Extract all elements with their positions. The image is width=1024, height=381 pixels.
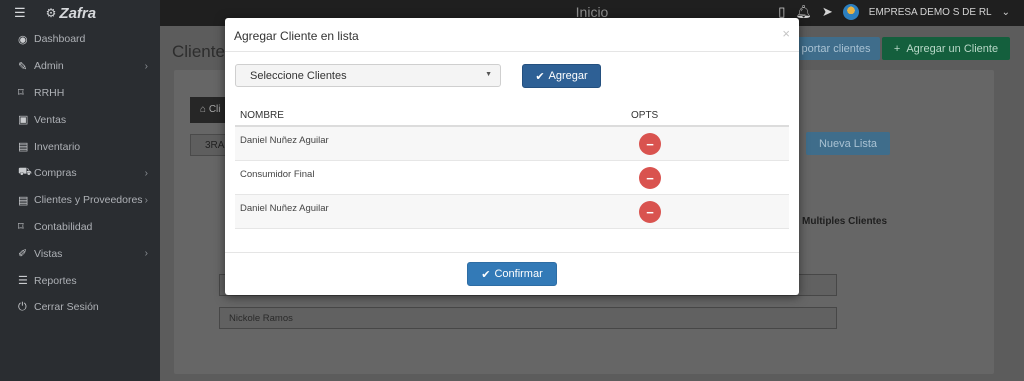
chevron-right-icon: › <box>144 167 148 179</box>
sidebar-item-inventario[interactable]: ▤ Inventario <box>0 133 160 160</box>
avatar[interactable] <box>842 4 859 20</box>
paper-plane-icon[interactable]: ➤ <box>822 4 833 20</box>
book-icon: ▤ <box>18 194 29 207</box>
column-header-opts: OPTS <box>631 110 659 121</box>
logo[interactable]: ⚙ Zafra <box>46 5 96 22</box>
client-table: NOMBRE OPTS Daniel Nuñez Aguilar − Consu… <box>235 108 789 229</box>
sidebar-item-admin[interactable]: ✎ Admin › <box>0 53 160 80</box>
sidebar-item-cerrar-sesion[interactable]: ⏻ Cerrar Sesión <box>0 294 160 321</box>
client-field[interactable]: Nickole Ramos <box>219 307 837 329</box>
sidebar-item-label: Contabilidad <box>34 220 93 233</box>
sidebar-item-label: Admin <box>34 60 64 73</box>
sidebar-item-reportes[interactable]: ☰ Reportes <box>0 267 160 294</box>
cart-icon: ⛟ <box>18 166 32 179</box>
sidebar-menu: ◉ Dashboard ✎ Admin › ⌑ RRHH ▣ Ventas ▤ … <box>0 26 160 321</box>
chevron-right-icon: › <box>144 248 148 260</box>
table-row: Consumidor Final − <box>235 161 789 195</box>
add-button[interactable]: ✔ Agregar <box>522 64 601 88</box>
sidebar-item-compras[interactable]: ⛟ Compras › <box>0 160 160 187</box>
minus-icon: − <box>646 136 654 152</box>
check-icon: ✔ <box>481 268 491 281</box>
hamburger-menu-icon[interactable]: ☰ <box>14 5 26 21</box>
book-icon: ▤ <box>18 141 29 154</box>
wrench-icon: ✎ <box>18 60 28 73</box>
confirm-button[interactable]: ✔ Confirmar <box>467 262 557 286</box>
sidebar-item-contabilidad[interactable]: ⌑ Contabilidad <box>0 214 160 241</box>
plus-icon: + <box>893 42 901 55</box>
sidebar-item-label: Dashboard <box>34 33 86 46</box>
check-icon: ✔ <box>535 70 545 83</box>
confirm-button-label: Confirmar <box>494 268 543 280</box>
brand-name: Zafra <box>59 4 97 22</box>
chevron-right-icon: › <box>144 194 148 206</box>
sidebar-item-ventas[interactable]: ▣ Ventas <box>0 106 160 133</box>
sidebar-item-vistas[interactable]: ✐ Vistas › <box>0 240 160 267</box>
minus-icon: − <box>646 170 654 186</box>
remove-button[interactable]: − <box>639 201 661 223</box>
sidebar-item-label: Ventas <box>34 113 67 126</box>
home-icon: ⌂ <box>200 104 207 115</box>
modal-footer: ✔ Confirmar <box>225 252 799 295</box>
tag-icon: ⌑ <box>18 221 24 234</box>
sidebar-item-label: Inventario <box>34 140 81 153</box>
sidebar-item-label: Vistas <box>34 247 63 260</box>
chevron-right-icon: › <box>144 60 148 72</box>
sidebar-item-label: Clientes y Proveedores <box>34 194 143 207</box>
minus-icon: − <box>646 204 654 220</box>
add-client-modal: Agregar Cliente en lista × Seleccione Cl… <box>225 18 799 295</box>
sidebar-item-label: Cerrar Sesión <box>34 301 99 314</box>
table-header: NOMBRE OPTS <box>235 108 789 127</box>
multiple-clients-label: Multiples Clientes <box>802 216 888 227</box>
caret-down-icon: ▼ <box>485 71 492 78</box>
sidebar: ☰ ⚙ Zafra ◉ Dashboard ✎ Admin › ⌑ RRHH ▣… <box>0 0 160 381</box>
export-clients-button[interactable]: portar clientes <box>792 37 880 60</box>
logo-gear-icon: ⚙ <box>45 6 57 20</box>
sidebar-item-label: Compras <box>34 167 77 180</box>
remove-button[interactable]: − <box>639 167 661 189</box>
list-icon: ☰ <box>18 275 28 288</box>
money-icon: ▣ <box>18 114 29 127</box>
tab-label: Cli <box>208 104 221 115</box>
chevron-down-icon[interactable]: ⌄ <box>1002 7 1010 18</box>
close-icon[interactable]: × <box>782 26 790 41</box>
power-icon: ⏻ <box>18 300 27 313</box>
topbar-actions: ▯ 🔔︎ ➤ EMPRESA DEMO S DE RL ⌄ <box>778 4 1010 20</box>
sidebar-item-dashboard[interactable]: ◉ Dashboard <box>0 26 160 53</box>
brand-bar: ☰ ⚙ Zafra <box>0 0 160 26</box>
client-select[interactable]: Seleccione Clientes ▼ <box>235 64 501 87</box>
table-row: Daniel Nuñez Aguilar − <box>235 127 789 161</box>
table-row: Daniel Nuñez Aguilar − <box>235 195 789 229</box>
column-header-name: NOMBRE <box>240 110 284 121</box>
sidebar-item-clientes-proveedores[interactable]: ▤ Clientes y Proveedores › <box>0 187 160 214</box>
sidebar-item-label: RRHH <box>34 86 65 99</box>
add-client-label: Agregar un Cliente <box>906 42 999 55</box>
sidebar-item-rrhh[interactable]: ⌑ RRHH <box>0 80 160 107</box>
client-name: Daniel Nuñez Aguilar <box>240 203 329 214</box>
client-name: Daniel Nuñez Aguilar <box>240 135 329 146</box>
tag-icon: ⌑ <box>18 87 24 100</box>
company-name[interactable]: EMPRESA DEMO S DE RL <box>869 7 992 18</box>
remove-button[interactable]: − <box>639 133 661 155</box>
add-button-label: Agregar <box>548 70 588 82</box>
dashboard-icon: ◉ <box>18 33 28 46</box>
modal-header: Agregar Cliente en lista × <box>225 18 799 52</box>
edit-icon: ✐ <box>18 248 28 261</box>
add-client-button[interactable]: + Agregar un Cliente <box>882 37 1010 60</box>
modal-title: Agregar Cliente en lista <box>234 29 359 43</box>
new-list-button[interactable]: Nueva Lista <box>806 132 890 155</box>
sidebar-item-label: Reportes <box>34 274 77 287</box>
client-name: Consumidor Final <box>240 169 315 180</box>
client-select-value: Seleccione Clientes <box>250 70 347 82</box>
